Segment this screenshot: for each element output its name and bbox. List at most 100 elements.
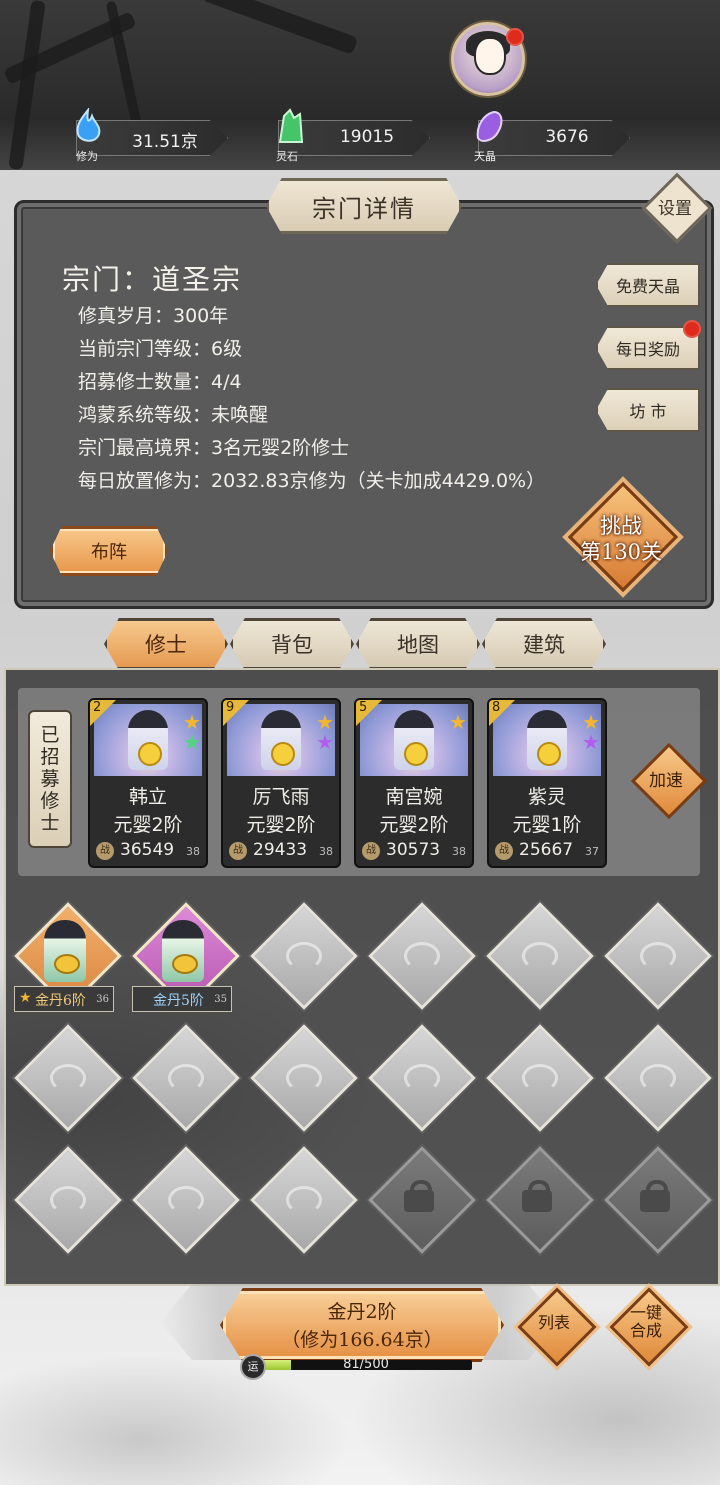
auto-merge-button[interactable]: 一键 合成 xyxy=(609,1287,689,1367)
battle-power-icon: 战 xyxy=(96,842,114,860)
card-power: 30573 xyxy=(386,840,441,860)
cloud-icon xyxy=(522,942,558,970)
card-name: 紫灵 xyxy=(527,786,566,808)
resource-label: 修为 xyxy=(76,150,98,163)
cloud-icon xyxy=(286,1186,322,1214)
empty-slot[interactable] xyxy=(132,1024,240,1132)
settings-button[interactable]: 设置 xyxy=(641,172,713,244)
list-button[interactable]: 列表 xyxy=(517,1287,597,1367)
empty-slot[interactable] xyxy=(368,902,476,1010)
info-recruit-count: 招募修士数量：4/4 xyxy=(78,371,242,393)
star-icon: ★ xyxy=(19,990,32,1006)
card-realm: 元婴2阶 xyxy=(246,814,316,836)
market-button[interactable]: 坊 市 xyxy=(596,388,700,432)
card-level: 2 xyxy=(93,700,102,715)
recruit-button[interactable]: 金丹2阶 （修为166.64京） xyxy=(220,1288,504,1362)
card-level: 8 xyxy=(492,700,501,715)
info-years: 修真岁月：300年 xyxy=(78,305,229,327)
battle-power-icon: 战 xyxy=(229,842,247,860)
resource-label: 天晶 xyxy=(474,150,496,163)
recruited-label: 已招募修士 xyxy=(28,710,72,848)
cultivator-card[interactable]: 2 ★ ★ 韩立 元婴2阶 战 36549 38 xyxy=(88,698,208,868)
empty-slot[interactable] xyxy=(14,1146,122,1254)
empty-slot[interactable] xyxy=(250,902,358,1010)
card-sub: 37 xyxy=(585,845,599,858)
card-name: 韩立 xyxy=(128,786,167,808)
cloud-icon xyxy=(50,1064,86,1092)
cultivator-portrait xyxy=(44,920,86,982)
challenge-button[interactable]: 挑战 第130关 xyxy=(567,481,679,593)
lock-icon xyxy=(640,1180,670,1212)
tab-backpack[interactable]: 背包 xyxy=(230,618,354,670)
empty-slot[interactable] xyxy=(604,902,712,1010)
card-sub: 38 xyxy=(186,845,200,858)
card-level: 5 xyxy=(359,700,368,715)
card-power: 25667 xyxy=(519,840,574,860)
cloud-icon xyxy=(286,942,322,970)
card-level: 9 xyxy=(226,700,235,715)
cloud-icon xyxy=(640,1064,676,1092)
card-name: 厉飞雨 xyxy=(252,786,310,808)
cloud-icon xyxy=(286,1064,322,1092)
locked-slot[interactable] xyxy=(486,1146,594,1254)
empty-slot[interactable] xyxy=(368,1024,476,1132)
empty-slot[interactable] xyxy=(250,1024,358,1132)
cloud-icon xyxy=(522,1064,558,1092)
speed-up-button[interactable]: 加速 xyxy=(630,742,708,820)
daily-reward-notification-dot xyxy=(683,320,701,338)
info-hongmeng-level: 鸿蒙系统等级：未唤醒 xyxy=(78,404,269,426)
card-sub: 38 xyxy=(452,845,466,858)
empty-slot[interactable] xyxy=(132,1146,240,1254)
card-sub: 38 xyxy=(319,845,333,858)
cloud-icon xyxy=(640,942,676,970)
star-icon: ★ xyxy=(582,730,600,754)
lock-icon xyxy=(404,1180,434,1212)
battle-power-icon: 战 xyxy=(495,842,513,860)
cloud-icon xyxy=(168,1186,204,1214)
info-daily-idle: 每日放置修为：2032.83京修为（关卡加成4429.0%） xyxy=(78,470,546,492)
star-icon: ★ xyxy=(183,730,201,754)
cultivator-card[interactable]: 5 ★ 南宫婉 元婴2阶 战 30573 38 xyxy=(354,698,474,868)
lock-icon xyxy=(522,1180,552,1212)
cultivator-portrait xyxy=(162,920,204,982)
tab-buildings[interactable]: 建筑 xyxy=(482,618,606,670)
star-icon: ★ xyxy=(316,730,334,754)
locked-slot[interactable] xyxy=(604,1146,712,1254)
cloud-icon xyxy=(404,1064,440,1092)
card-realm: 元婴2阶 xyxy=(113,814,183,836)
battle-power-icon: 战 xyxy=(362,842,380,860)
sect-name: 宗门：道圣宗 xyxy=(62,263,243,296)
green-crystal-icon xyxy=(278,108,304,143)
empty-slot[interactable] xyxy=(486,902,594,1010)
avatar-notification-dot xyxy=(506,28,524,46)
slot-label: ★ 金丹6阶 36 xyxy=(14,986,114,1012)
slot-label: 金丹5阶 35 xyxy=(132,986,232,1012)
empty-slot[interactable] xyxy=(486,1024,594,1132)
resource-label: 灵石 xyxy=(276,150,298,163)
cloud-icon xyxy=(50,1186,86,1214)
cultivator-card[interactable]: 8 ★ ★ 紫灵 元婴1阶 战 25667 37 xyxy=(487,698,607,868)
cloud-icon xyxy=(168,1064,204,1092)
card-realm: 元婴1阶 xyxy=(512,814,582,836)
cultivator-card[interactable]: 9 ★ ★ 厉飞雨 元婴2阶 战 29433 38 xyxy=(221,698,341,868)
purple-crystal-icon xyxy=(476,110,503,142)
tab-map[interactable]: 地图 xyxy=(356,618,480,670)
empty-slot[interactable] xyxy=(14,1024,122,1132)
card-realm: 元婴2阶 xyxy=(379,814,449,836)
locked-slot[interactable] xyxy=(368,1146,476,1254)
card-name: 南宫婉 xyxy=(385,786,443,808)
tab-cultivators[interactable]: 修士 xyxy=(104,618,228,670)
star-icon: ★ xyxy=(582,710,600,734)
luck-progress-text: 81/500 xyxy=(343,1357,389,1372)
card-power: 36549 xyxy=(120,840,175,860)
empty-slot[interactable] xyxy=(250,1146,358,1254)
empty-slot[interactable] xyxy=(604,1024,712,1132)
free-crystal-button[interactable]: 免费天晶 xyxy=(596,263,700,307)
panel-title: 宗门详情 xyxy=(266,178,462,234)
star-icon: ★ xyxy=(316,710,334,734)
info-sect-level: 当前宗门等级：6级 xyxy=(78,338,243,360)
info-highest-realm: 宗门最高境界：3名元婴2阶修士 xyxy=(78,437,350,459)
formation-button[interactable]: 布阵 xyxy=(50,526,168,576)
blue-flame-icon xyxy=(76,108,101,142)
star-icon: ★ xyxy=(183,710,201,734)
